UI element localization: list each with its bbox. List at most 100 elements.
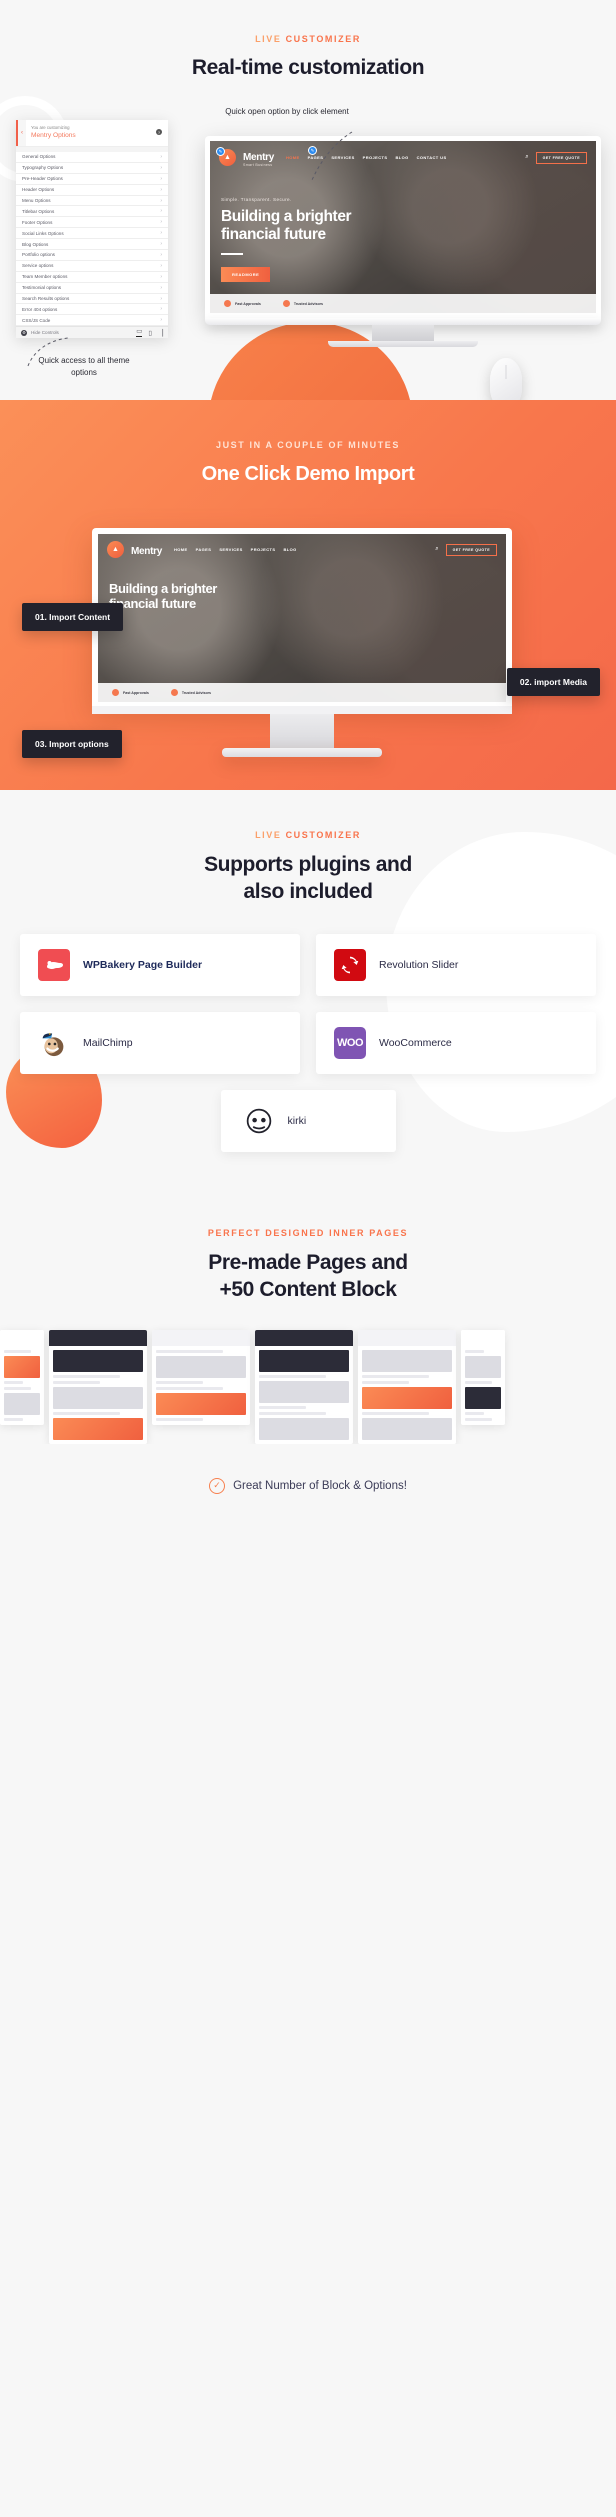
import-hero-title-line1: Building a brighter bbox=[109, 581, 217, 596]
page-thumbnail-header bbox=[461, 1329, 505, 1346]
wpbakery-icon bbox=[38, 948, 70, 981]
section-eyebrow: LIVE CUSTOMIZER bbox=[0, 34, 616, 44]
back-icon[interactable]: ‹ bbox=[16, 120, 26, 146]
desktop-view-icon[interactable]: ▭ bbox=[136, 328, 143, 337]
page-thumbnail-header bbox=[152, 1329, 250, 1346]
page-thumbnail-element bbox=[53, 1417, 143, 1440]
page-thumbnail-element bbox=[259, 1417, 349, 1440]
site-menu-item[interactable]: SERVICES bbox=[219, 547, 242, 552]
readmore-button[interactable]: READMORE bbox=[221, 266, 271, 282]
kirki-row: kirki bbox=[0, 1089, 616, 1152]
plugins-eyebrow-rest: CUSTOMIZER bbox=[285, 830, 361, 840]
chevron-right-icon: › bbox=[160, 262, 162, 269]
customizer-option-row[interactable]: Titlebar Options › bbox=[16, 206, 168, 218]
customizer-option-label: Testimonial options bbox=[22, 285, 62, 291]
tablet-view-icon[interactable]: ▯ bbox=[148, 330, 152, 338]
chevron-right-icon: › bbox=[160, 219, 162, 226]
chevron-right-icon: › bbox=[160, 251, 162, 258]
customizer-option-row[interactable]: Error 404 options › bbox=[16, 304, 168, 316]
import-monitor-mock: ▲ Mentry HOME PAGES SERVICES PROJECTS BLOG ⌕… bbox=[92, 528, 512, 757]
customizer-option-row[interactable]: CSS/JS Code › bbox=[16, 315, 168, 327]
get-quote-button[interactable]: GET FREE QUOTE bbox=[535, 151, 587, 164]
customizer-option-row[interactable]: Footer Options › bbox=[16, 217, 168, 229]
page-thumbnail-element bbox=[362, 1386, 452, 1409]
chevron-right-icon: › bbox=[160, 186, 162, 193]
step-import-media: 02. import Media bbox=[506, 668, 600, 696]
site-menu-item[interactable]: HOME bbox=[174, 547, 188, 552]
hero-kicker: Simple. Transparent. Secure. bbox=[221, 196, 292, 202]
site-menu-item[interactable]: PAGES bbox=[196, 547, 212, 552]
plugin-card-mailchimp[interactable]: MailChimp bbox=[20, 1011, 300, 1074]
edit-pin-icon-logo[interactable]: ✎ bbox=[216, 147, 225, 156]
plugin-card-kirki[interactable]: kirki bbox=[220, 1089, 396, 1152]
page-thumbnail-element bbox=[4, 1386, 31, 1390]
feature-bullet-icon bbox=[112, 689, 119, 696]
callout-quick-access: Quick access to all theme options bbox=[38, 356, 130, 377]
customizer-option-row[interactable]: Header Options › bbox=[16, 184, 168, 196]
customizer-option-row[interactable]: Testimonial options › bbox=[16, 282, 168, 294]
monitor-mock: ✎ ✎ ▲ Mentry Smart Business HOME PAGES SER… bbox=[205, 136, 601, 347]
page-thumbnail-element bbox=[465, 1386, 501, 1409]
page-thumbnail-element bbox=[465, 1355, 501, 1378]
plugins-headline-line2: also included bbox=[243, 879, 373, 903]
chevron-right-icon: › bbox=[160, 197, 162, 204]
customizer-option-row[interactable]: Blog Options › bbox=[16, 239, 168, 251]
customizer-option-row[interactable]: Service options › bbox=[16, 260, 168, 272]
customizer-option-row[interactable]: Typography Options › bbox=[16, 162, 168, 174]
site-menu-item[interactable]: BLOG bbox=[283, 547, 296, 552]
panel-title: Mentry Options bbox=[31, 132, 76, 140]
page-thumbnail-element bbox=[362, 1374, 429, 1378]
plugin-card-revolution-slider[interactable]: Revolution Slider bbox=[316, 933, 596, 996]
eyebrow-rest: CUSTOMIZER bbox=[285, 34, 361, 44]
kirki-icon bbox=[243, 1105, 275, 1137]
chevron-right-icon: › bbox=[160, 153, 162, 160]
plugin-card-woocommerce[interactable]: WOO WooCommerce bbox=[316, 1011, 596, 1074]
customizer-option-row[interactable]: Search Results options › bbox=[16, 293, 168, 305]
customizer-option-label: Social Links Options bbox=[22, 230, 64, 236]
page-thumbnail[interactable] bbox=[49, 1329, 147, 1444]
page-thumbnail-element bbox=[259, 1380, 349, 1403]
customizer-option-row[interactable]: Social Links Options › bbox=[16, 228, 168, 240]
page-thumbnail-element bbox=[4, 1355, 40, 1378]
page-thumbnail-element bbox=[53, 1411, 120, 1415]
site-menu-item[interactable]: HOME bbox=[286, 155, 300, 160]
search-icon[interactable]: ⌕ bbox=[525, 154, 528, 161]
customizer-option-row[interactable]: General Options › bbox=[16, 152, 168, 163]
customizer-option-row[interactable]: Menu Options › bbox=[16, 195, 168, 207]
pages-headline-line1: Pre-made Pages and bbox=[208, 1250, 408, 1274]
customizer-option-label: Menu Options bbox=[22, 198, 51, 203]
footer-note: ✓ Great Number of Block & Options! bbox=[0, 1444, 616, 1534]
customizer-option-row[interactable]: Team Member options › bbox=[16, 271, 168, 283]
page-thumbnail[interactable] bbox=[255, 1329, 353, 1444]
page-thumbnail[interactable] bbox=[461, 1329, 505, 1425]
site-menu-item[interactable]: PROJECTS bbox=[363, 155, 388, 160]
site-menu-item[interactable]: BLOG bbox=[395, 155, 408, 160]
plugin-card-wpbakery[interactable]: WPBakery Page Builder bbox=[20, 933, 300, 996]
customizer-panel[interactable]: ‹ You are customizing Mentry Options ? G… bbox=[16, 120, 168, 339]
import-monitor-neck bbox=[270, 714, 334, 748]
step-import-content: 01. Import Content bbox=[22, 603, 124, 631]
chevron-right-icon: › bbox=[160, 317, 162, 324]
mobile-view-icon[interactable]: ▕ bbox=[158, 330, 163, 338]
customizer-option-row[interactable]: Portfolio options › bbox=[16, 250, 168, 261]
page-thumbnail-element bbox=[259, 1349, 349, 1372]
callout-quick-open: Quick open option by click element bbox=[225, 107, 349, 116]
site-feature: Fast Approvals bbox=[224, 300, 261, 307]
import-hero-title-line2: financial future bbox=[109, 596, 196, 612]
page-thumbnail[interactable] bbox=[358, 1329, 456, 1444]
revolution-slider-icon bbox=[334, 948, 366, 981]
help-icon[interactable]: ? bbox=[156, 129, 162, 135]
site-menu-item[interactable]: CONTACT US bbox=[417, 155, 447, 160]
site-preview[interactable]: ✎ ✎ ▲ Mentry Smart Business HOME PAGES SER… bbox=[210, 141, 596, 313]
chevron-right-icon: › bbox=[160, 208, 162, 215]
plugins-eyebrow-lead: LIVE bbox=[255, 830, 286, 840]
page-thumbnail[interactable] bbox=[152, 1329, 250, 1425]
page-thumbnail-element bbox=[156, 1417, 203, 1421]
page-thumbnail-element bbox=[259, 1405, 306, 1409]
customizer-option-row[interactable]: Pre-Header Options › bbox=[16, 173, 168, 185]
site-menu-item[interactable]: PROJECTS bbox=[251, 547, 276, 552]
hero-divider bbox=[221, 253, 243, 255]
page-thumbnail[interactable] bbox=[0, 1329, 44, 1425]
page-thumbnail-body bbox=[255, 1346, 353, 1444]
chevron-right-icon: › bbox=[160, 241, 162, 248]
